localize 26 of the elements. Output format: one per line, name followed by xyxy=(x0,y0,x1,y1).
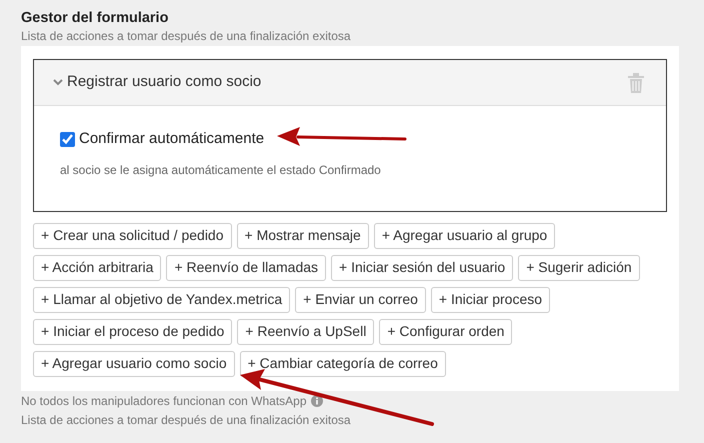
add-action-button[interactable]: + Iniciar el proceso de pedido xyxy=(33,318,232,344)
help-text: al socio se le asigna automáticamente el estado Confirmado xyxy=(60,162,382,178)
note-text: No todos los manipuladores funcionan con WhatsApp xyxy=(21,392,307,408)
add-action-button[interactable]: + Agregar usuario como socio xyxy=(33,350,235,376)
add-action-button[interactable]: + Reenvío a UpSell xyxy=(237,318,374,344)
info-icon[interactable] xyxy=(310,394,323,406)
add-action-button[interactable]: + Sugerir adición xyxy=(518,254,640,280)
section-title: Gestor del formulario xyxy=(21,9,170,28)
add-action-button[interactable]: + Cambiar categoría de correo xyxy=(240,350,446,376)
add-action-button[interactable]: + Reenvío de llamadas xyxy=(166,254,326,280)
add-action-button[interactable]: + Configurar orden xyxy=(379,318,512,344)
add-action-button[interactable]: + Agregar usuario al grupo xyxy=(374,222,556,248)
checkbox-label: Confirmar automáticamente xyxy=(79,129,264,149)
add-action-button[interactable]: + Iniciar proceso xyxy=(430,286,550,312)
chevron-icon[interactable] xyxy=(53,79,63,86)
add-action-button[interactable]: + Crear una solicitud / pedido xyxy=(33,222,232,248)
add-action-button[interactable]: + Llamar al objetivo de Yandex.metrica xyxy=(33,286,290,312)
footer-text: Lista de acciones a tomar después de una finalización exitosa xyxy=(21,412,352,428)
add-action-button[interactable]: + Acción arbitraria xyxy=(33,254,162,280)
add-action-button[interactable]: + Mostrar mensaje xyxy=(236,222,369,248)
action-title: Registrar usuario como socio xyxy=(67,72,262,92)
add-action-button[interactable]: + Enviar un correo xyxy=(295,286,426,312)
section-subtitle: Lista de acciones a tomar después de una finalización exitosa xyxy=(21,28,352,44)
checkbox[interactable] xyxy=(60,132,75,147)
action-header[interactable]: Registrar usuario como socio xyxy=(34,60,666,106)
add-action-button[interactable]: + Iniciar sesión del usuario xyxy=(331,254,514,280)
